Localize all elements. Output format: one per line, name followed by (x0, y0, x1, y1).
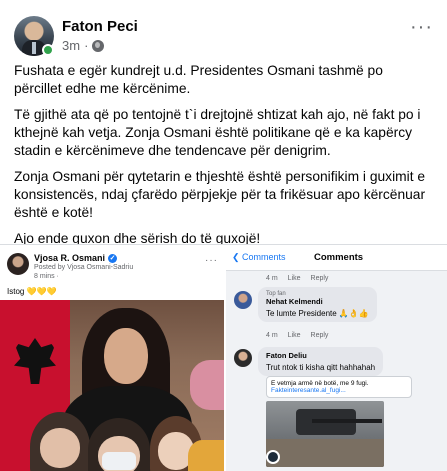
commenter-name: Nehat Kelmendi (266, 297, 323, 306)
commenter-avatar (234, 291, 252, 309)
post-meta: 3m · (62, 38, 105, 53)
shared-posted-by: Posted by Vjosa Osmani-Sadriu (34, 264, 134, 271)
comments-header: ❮ Comments Comments (226, 245, 447, 271)
comment-actions: 4 m Like Reply (266, 275, 328, 282)
globe-icon[interactable] (92, 39, 105, 52)
comments-screenshot[interactable]: ❮ Comments Comments 4 m Like Reply Top f… (226, 245, 447, 471)
post-text: Fushata e egër kundrejt u.d. Presidentes… (14, 62, 434, 256)
comment-time: 4 m (266, 332, 278, 339)
comment-text: Trut ntok ti kisha qitt hahhahah (266, 363, 376, 372)
comment-bubble: Top fan Nehat Kelmendi Te lumte Presiden… (258, 287, 377, 322)
woman-face (104, 328, 148, 384)
post-image-collage[interactable]: Vjosa R. Osmani ✓ Posted by Vjosa Osmani… (0, 244, 447, 471)
page-avatar (266, 450, 280, 464)
commenter-avatar (234, 349, 252, 367)
avatar-tie (32, 42, 36, 54)
link-title: E vetmja armë në botë, me 9 fugi. (271, 380, 369, 387)
comment-text: Te lumte Presidente 🙏👌👍 (266, 309, 369, 318)
post-paragraph: Të gjithë ata që po tentojnë t`i drejtoj… (14, 107, 421, 158)
comment-actions: 4 m Like Reply (266, 332, 328, 339)
shared-post-time: 8 mins · (34, 273, 59, 280)
like-link: Like (287, 332, 301, 339)
reply-link: Reply (310, 275, 329, 282)
shared-caption: Istog 💛💛💛 (7, 287, 57, 296)
post-time[interactable]: 3m (62, 38, 80, 53)
shared-photo (0, 300, 224, 471)
meta-separator: · (84, 38, 89, 53)
weapon-barrel (312, 419, 382, 423)
shared-author-name-text: Vjosa R. Osmani (34, 253, 106, 263)
reply-link: Reply (310, 332, 329, 339)
shared-author-name: Vjosa R. Osmani ✓ (34, 253, 118, 263)
online-status-dot (42, 44, 54, 56)
child-left-face (40, 428, 80, 468)
shared-author-avatar (7, 253, 29, 275)
post-paragraph: Zonja Osmani për qytetarin e thjeshtë ës… (14, 169, 426, 220)
terrain (266, 439, 384, 467)
link-preview-image (266, 401, 384, 467)
post-paragraph: Fushata e egër kundrejt u.d. Presidentes… (14, 63, 383, 96)
link-preview: E vetmja armë në botë, me 9 fugi. Faktei… (266, 376, 412, 398)
comment-time: 4 m (266, 275, 278, 282)
verified-badge-icon: ✓ (108, 253, 118, 263)
comments-title: Comments (314, 252, 364, 263)
back-to-comments-link: ❮ Comments (232, 252, 286, 262)
like-link: Like (287, 275, 301, 282)
link-url: Fakteinteresante.al_fugi... (271, 387, 346, 394)
commenter-name: Faton Deliu (266, 351, 307, 360)
shared-more-icon: ··· (205, 255, 218, 266)
face-mask (102, 452, 136, 470)
comment-bubble: Faton Deliu Trut ntok ti kisha qitt hahh… (258, 347, 384, 376)
author-name[interactable]: Faton Peci (62, 18, 138, 35)
facebook-post: Faton Peci 3m · ··· Fushata e egër kundr… (0, 0, 447, 471)
photo-background-figure (190, 360, 224, 410)
more-options-icon[interactable]: ··· (410, 17, 433, 37)
yellow-shirt (188, 440, 224, 471)
shared-post-screenshot[interactable]: Vjosa R. Osmani ✓ Posted by Vjosa Osmani… (0, 245, 224, 471)
